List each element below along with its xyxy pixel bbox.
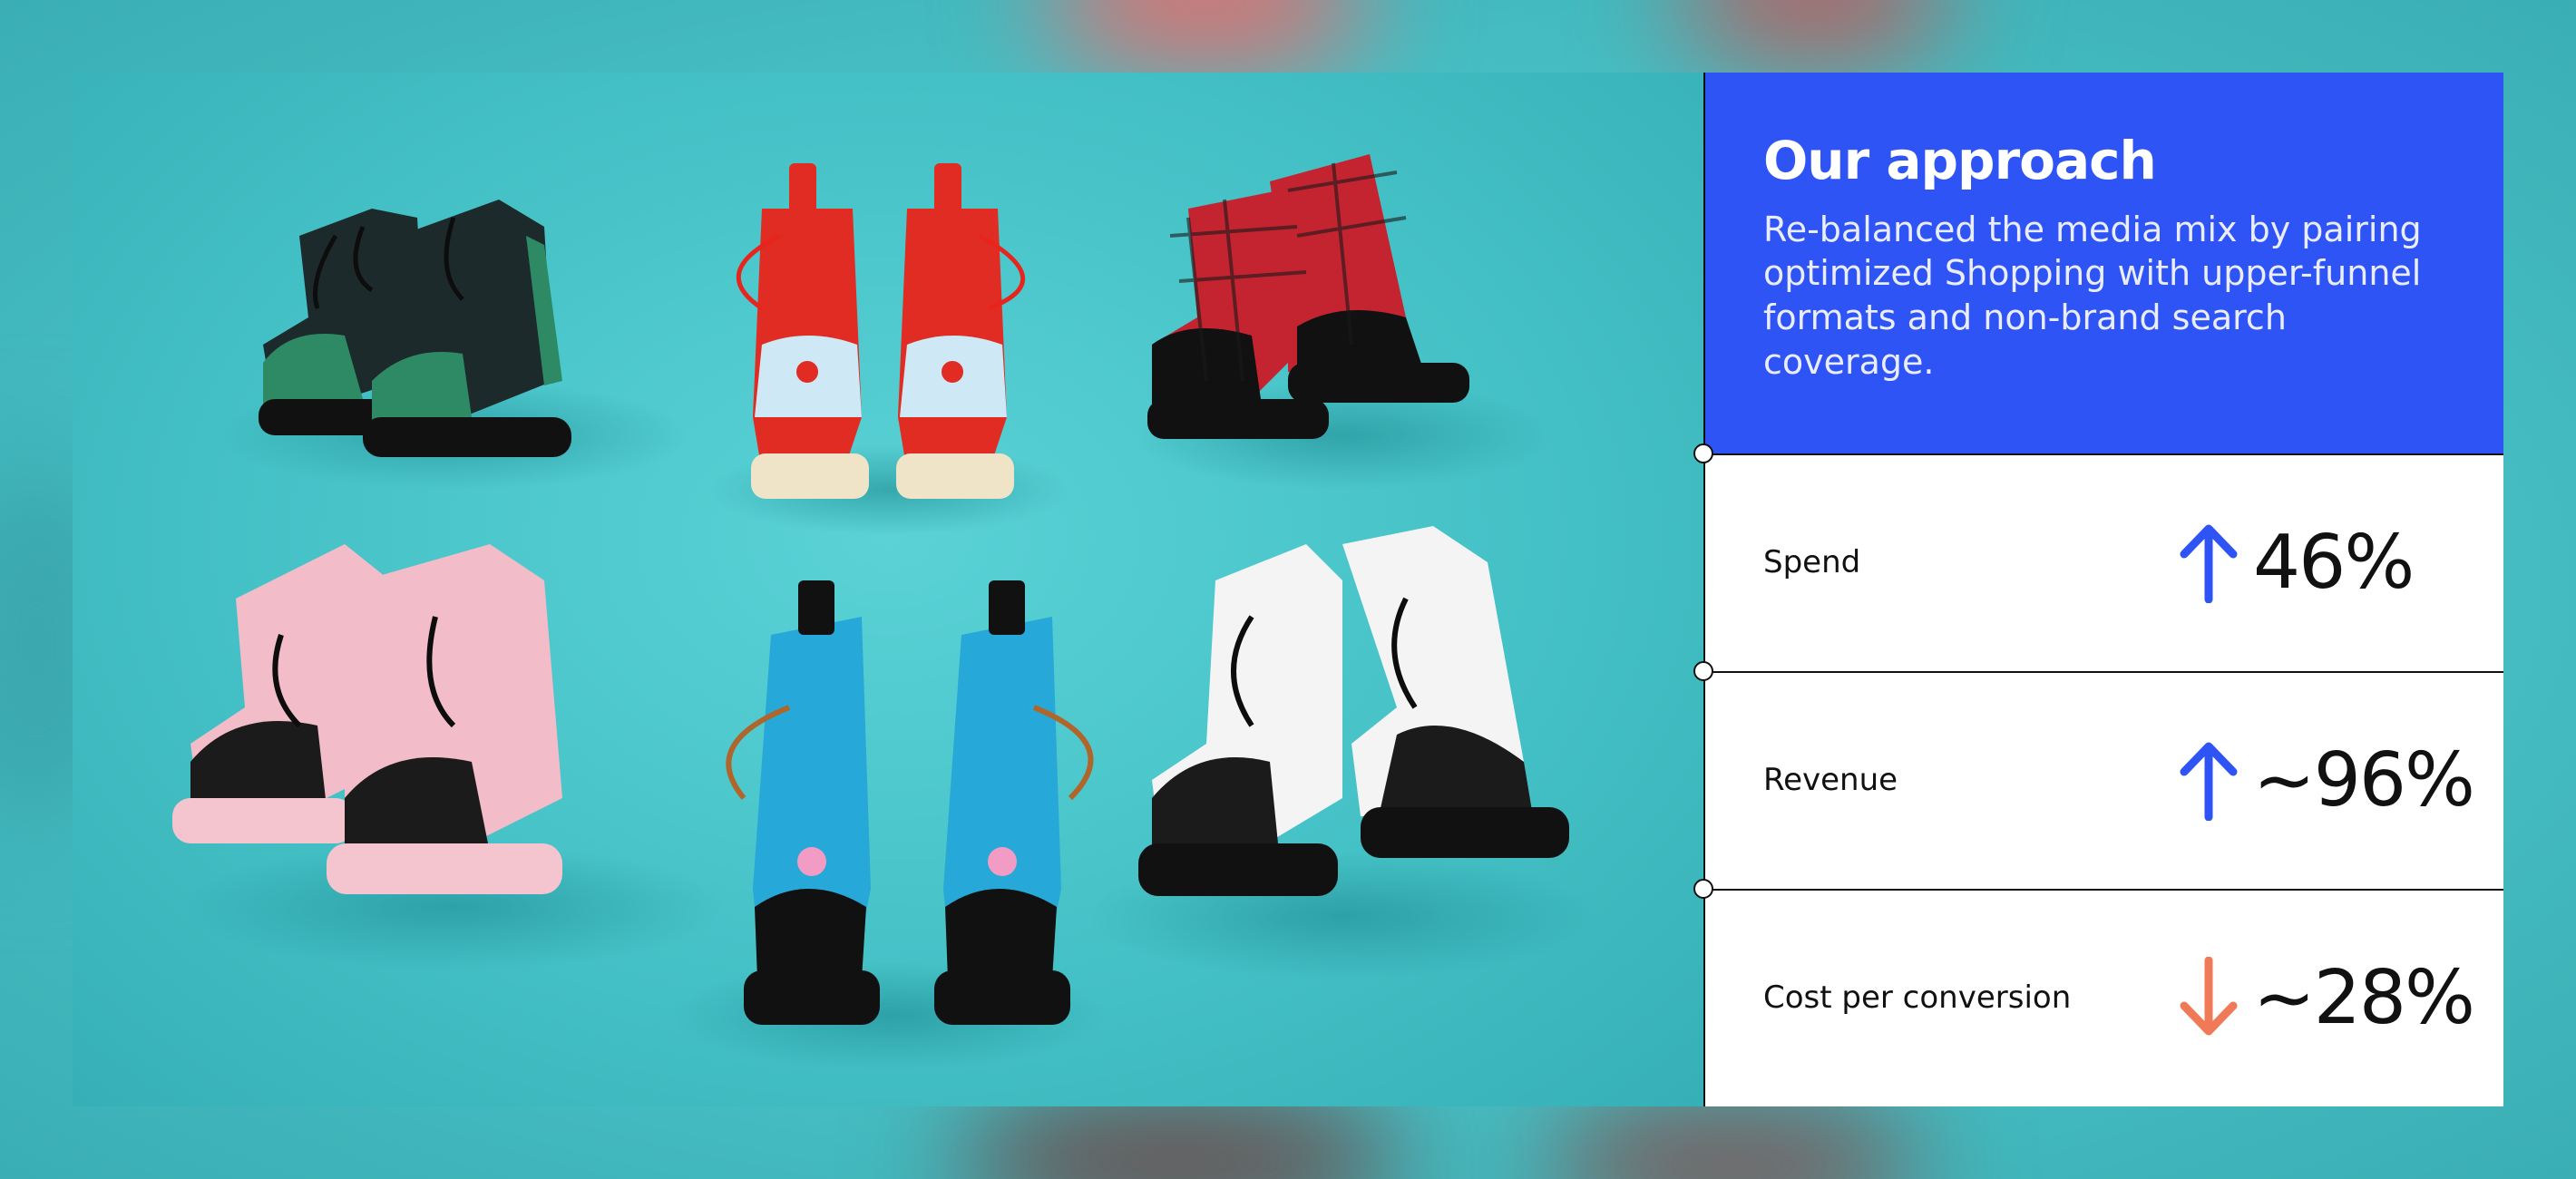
metric-label: Cost per conversion (1763, 979, 2072, 1016)
metric-value: ~28% (2253, 954, 2475, 1041)
metric-cost-per-conversion: Cost per conversion ~28% (1705, 889, 2503, 1105)
metric-value: 46% (2253, 519, 2415, 606)
arrow-up-icon (2180, 524, 2238, 603)
boot-pair-green (218, 200, 689, 490)
boots-illustration (172, 154, 1596, 1070)
boot-pair-brogue (1088, 526, 1596, 979)
results-panel: Our approach Re-balanced the media mix b… (1693, 73, 2503, 1106)
boot-pair-red (707, 163, 1070, 535)
arrow-up-icon (2180, 742, 2238, 821)
metric-label: Revenue (1763, 762, 1898, 798)
metric-value: ~96% (2253, 736, 2475, 823)
divider-node (1693, 879, 1713, 899)
approach-section: Our approach Re-balanced the media mix b… (1705, 73, 2503, 453)
divider-node (1693, 443, 1713, 463)
boot-pair-turquoise (671, 580, 1107, 1070)
boot-pair-pink (172, 544, 726, 970)
product-photo (73, 73, 1703, 1106)
approach-title: Our approach (1763, 130, 2157, 191)
case-study-card: Our approach Re-balanced the media mix b… (73, 73, 2503, 1106)
metric-label: Spend (1763, 544, 1861, 580)
boot-pair-tartan (1134, 154, 1551, 490)
approach-description: Re-balanced the media mix by pairing opt… (1763, 209, 2422, 382)
metric-revenue: Revenue ~96% (1705, 671, 2503, 887)
arrow-down-icon (2180, 957, 2238, 1036)
metric-spend: Spend 46% (1705, 453, 2503, 669)
divider-node (1693, 661, 1713, 681)
